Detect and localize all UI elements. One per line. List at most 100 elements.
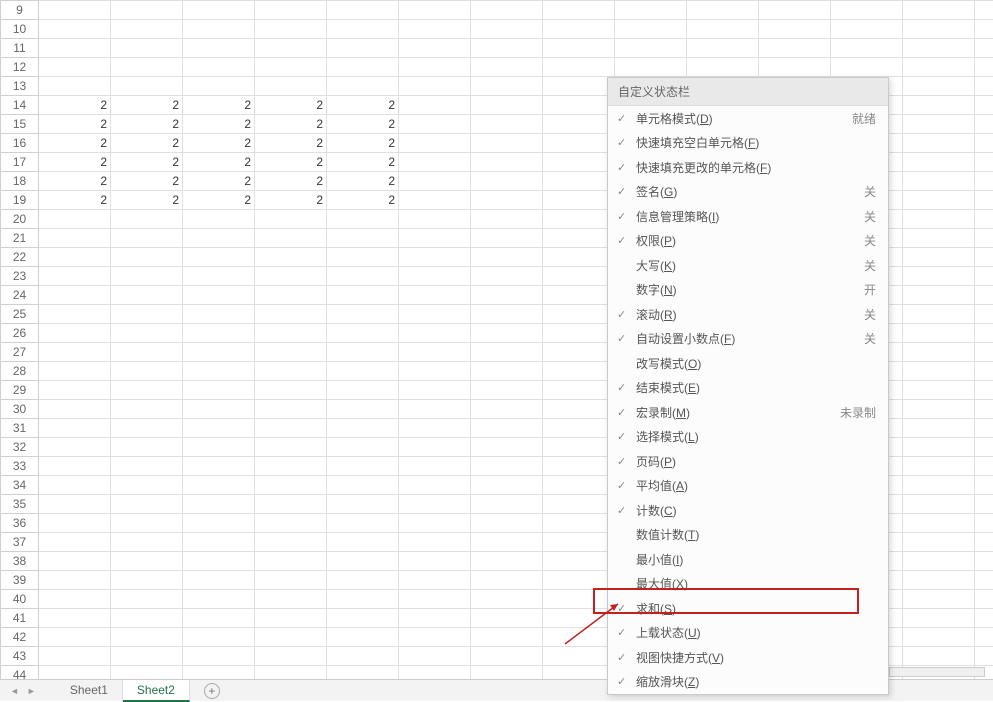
cell[interactable] <box>399 533 471 552</box>
cell[interactable] <box>759 20 831 39</box>
cell[interactable] <box>903 77 975 96</box>
cell[interactable] <box>255 514 327 533</box>
row-header[interactable]: 37 <box>1 533 39 552</box>
cell[interactable] <box>183 628 255 647</box>
cell[interactable] <box>327 381 399 400</box>
cell[interactable] <box>543 286 615 305</box>
cell[interactable] <box>471 457 543 476</box>
cell[interactable] <box>39 286 111 305</box>
cell[interactable] <box>471 1 543 20</box>
sheet-tab[interactable]: Sheet2 <box>123 680 190 702</box>
cell[interactable] <box>39 419 111 438</box>
cell[interactable] <box>183 552 255 571</box>
cell[interactable] <box>327 362 399 381</box>
cell[interactable] <box>111 210 183 229</box>
cell[interactable] <box>903 590 975 609</box>
cell[interactable] <box>471 533 543 552</box>
cell[interactable] <box>543 20 615 39</box>
cell[interactable] <box>903 172 975 191</box>
cell[interactable] <box>543 96 615 115</box>
cell[interactable] <box>903 457 975 476</box>
cell[interactable] <box>615 1 687 20</box>
row-header[interactable]: 41 <box>1 609 39 628</box>
cell[interactable] <box>399 210 471 229</box>
cell[interactable] <box>975 58 993 77</box>
cell[interactable] <box>399 191 471 210</box>
cell[interactable] <box>399 552 471 571</box>
cell[interactable] <box>39 381 111 400</box>
cell[interactable] <box>111 267 183 286</box>
cell[interactable] <box>399 381 471 400</box>
cell[interactable] <box>543 343 615 362</box>
cell[interactable] <box>975 438 993 457</box>
cell[interactable] <box>327 77 399 96</box>
row-header[interactable]: 19 <box>1 191 39 210</box>
cell[interactable] <box>399 229 471 248</box>
cell[interactable] <box>543 457 615 476</box>
cell[interactable] <box>399 115 471 134</box>
cell[interactable] <box>543 324 615 343</box>
cell[interactable] <box>327 39 399 58</box>
cell[interactable] <box>255 229 327 248</box>
cell[interactable]: 2 <box>183 172 255 191</box>
cell[interactable] <box>399 96 471 115</box>
row-header[interactable]: 34 <box>1 476 39 495</box>
cell[interactable] <box>183 267 255 286</box>
cell[interactable] <box>327 571 399 590</box>
cell[interactable] <box>903 324 975 343</box>
cell[interactable] <box>903 647 975 666</box>
cell[interactable] <box>975 153 993 172</box>
cell[interactable] <box>399 153 471 172</box>
cell[interactable] <box>255 324 327 343</box>
cell[interactable] <box>399 172 471 191</box>
cell[interactable] <box>903 438 975 457</box>
cell[interactable] <box>111 305 183 324</box>
cell[interactable] <box>327 457 399 476</box>
context-menu-item[interactable]: ✓快速填充空白单元格(F) <box>608 131 888 156</box>
cell[interactable] <box>183 571 255 590</box>
cell[interactable] <box>399 514 471 533</box>
row-header[interactable]: 27 <box>1 343 39 362</box>
cell[interactable] <box>255 77 327 96</box>
cell[interactable] <box>255 305 327 324</box>
cell[interactable] <box>471 609 543 628</box>
cell[interactable] <box>399 438 471 457</box>
context-menu-item[interactable]: ✓信息管理策略(I)关 <box>608 204 888 229</box>
cell[interactable] <box>255 1 327 20</box>
cell[interactable] <box>471 210 543 229</box>
cell[interactable] <box>255 381 327 400</box>
cell[interactable] <box>975 571 993 590</box>
cell[interactable] <box>543 267 615 286</box>
cell[interactable] <box>903 609 975 628</box>
cell[interactable] <box>471 96 543 115</box>
cell[interactable] <box>903 533 975 552</box>
cell[interactable] <box>39 305 111 324</box>
cell[interactable] <box>183 1 255 20</box>
horizontal-scrollbar[interactable] <box>889 667 985 677</box>
cell[interactable] <box>39 457 111 476</box>
cell[interactable]: 2 <box>183 191 255 210</box>
cell[interactable] <box>183 248 255 267</box>
cell[interactable] <box>183 305 255 324</box>
sheet-prev-icon[interactable]: ◄ <box>10 686 19 696</box>
cell[interactable] <box>255 647 327 666</box>
cell[interactable] <box>759 39 831 58</box>
cell[interactable] <box>903 400 975 419</box>
cell[interactable] <box>111 533 183 552</box>
cell[interactable] <box>543 191 615 210</box>
cell[interactable] <box>399 248 471 267</box>
cell[interactable] <box>39 609 111 628</box>
cell[interactable] <box>327 514 399 533</box>
cell[interactable] <box>831 1 903 20</box>
cell[interactable] <box>327 343 399 362</box>
cell[interactable] <box>903 419 975 438</box>
cell[interactable] <box>903 229 975 248</box>
cell[interactable] <box>975 533 993 552</box>
cell[interactable] <box>903 381 975 400</box>
cell[interactable] <box>111 457 183 476</box>
context-menu-item[interactable]: ✓签名(G)关 <box>608 180 888 205</box>
cell[interactable] <box>975 267 993 286</box>
cell[interactable] <box>543 495 615 514</box>
cell[interactable] <box>183 343 255 362</box>
cell[interactable] <box>975 590 993 609</box>
